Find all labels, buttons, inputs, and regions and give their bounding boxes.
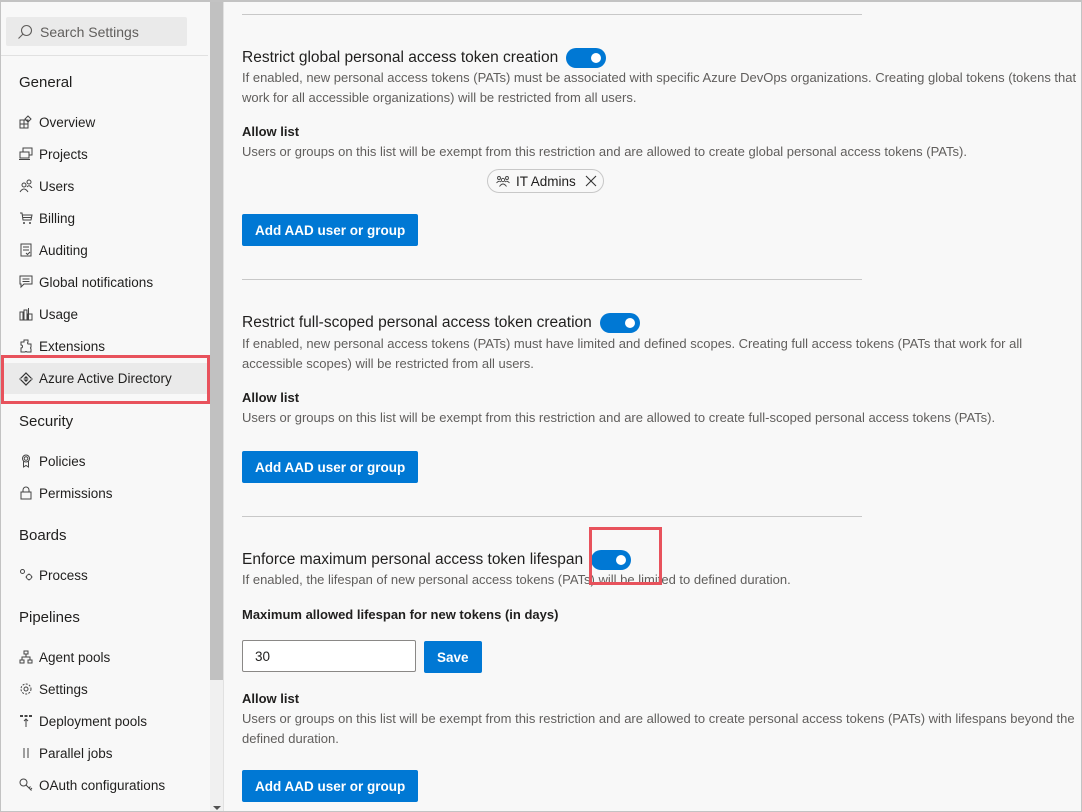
- restrict-full-scoped-pat-toggle[interactable]: [599, 313, 640, 333]
- sidebar-item-global-notifications[interactable]: Global notifications: [0, 268, 208, 296]
- sidebar-item-label: Permissions: [39, 485, 113, 501]
- add-aad-user-or-group-button[interactable]: Add AAD user or group: [242, 770, 419, 802]
- sidebar-item-process[interactable]: Process: [0, 561, 208, 589]
- sidebar-item-overview[interactable]: Overview: [0, 108, 208, 136]
- nav-group-pipelines: Pipelines: [19, 609, 80, 626]
- section-description: If enabled, new personal access tokens (…: [242, 336, 1023, 371]
- sidebar-item-usage[interactable]: Usage: [0, 300, 208, 328]
- lifespan-label: Maximum allowed lifespan for new tokens …: [242, 607, 559, 622]
- projects-icon: [19, 147, 33, 161]
- allow-list-description: Users or groups on this list will be exe…: [242, 144, 967, 159]
- allow-list-label: Allow list: [242, 390, 300, 405]
- sidebar-item-label: Billing: [39, 210, 76, 226]
- sidebar-item-projects[interactable]: Projects: [0, 140, 208, 168]
- section-divider: [242, 14, 862, 15]
- section-title-text: Restrict full-scoped personal access tok…: [242, 314, 592, 331]
- sidebar-item-agent-pools[interactable]: Agent pools: [0, 643, 208, 671]
- section-title-enforce-max-pat-lifespan: Enforce maximum personal access token li…: [242, 550, 632, 570]
- section-divider: [242, 279, 862, 280]
- sidebar-item-label: Global notifications: [39, 274, 154, 290]
- save-button[interactable]: Save: [424, 641, 482, 673]
- auditing-icon: [19, 243, 33, 257]
- key-icon: [19, 778, 33, 792]
- sidebar-item-label: Extensions: [39, 338, 106, 354]
- allow-list-description: Users or groups on this list will be exe…: [242, 711, 1075, 746]
- sidebar-item-label: Deployment pools: [39, 713, 148, 729]
- section-title-restrict-full-scoped-pat: Restrict full-scoped personal access tok…: [242, 313, 640, 333]
- remove-entry-close-icon[interactable]: [585, 175, 597, 187]
- sidebar-item-settings[interactable]: Settings: [0, 675, 208, 703]
- sidebar-item-label: Projects: [39, 146, 88, 162]
- scrollbar-thumb[interactable]: [210, 0, 223, 680]
- aad-icon: [19, 371, 33, 386]
- sidebar-item-deployment-pools[interactable]: Deployment pools: [0, 707, 208, 735]
- main-content: Restrict global personal access token cr…: [224, 0, 1082, 812]
- sidebar-scrollbar[interactable]: [210, 0, 223, 812]
- overview-icon: [19, 115, 33, 129]
- restrict-global-pat-toggle[interactable]: [566, 48, 607, 68]
- allow-list-entry: IT Admins: [487, 169, 604, 193]
- enforce-max-lifespan-toggle[interactable]: [591, 550, 632, 570]
- nav-group-security: Security: [19, 413, 74, 430]
- users-icon: [19, 179, 33, 193]
- sidebar-item-label: Azure Active Directory: [39, 371, 172, 386]
- deployment-pools-icon: [19, 714, 33, 728]
- sidebar-item-label: Policies: [39, 453, 86, 469]
- sidebar-item-azure-active-directory[interactable]: Azure Active Directory: [0, 363, 208, 394]
- nav-group-boards: Boards: [19, 527, 67, 544]
- badge-icon: [19, 454, 33, 468]
- sidebar-item-label: Auditing: [39, 242, 88, 258]
- cart-icon: [19, 211, 33, 225]
- process-icon: [19, 568, 33, 582]
- add-aad-user-or-group-button[interactable]: Add AAD user or group: [242, 214, 419, 246]
- allow-list-label: Allow list: [242, 124, 300, 139]
- sidebar-item-label: Users: [39, 178, 75, 194]
- nav-group-general: General: [19, 74, 73, 91]
- sidebar-item-label: Settings: [39, 681, 88, 697]
- section-title-text: Restrict global personal access token cr…: [242, 49, 559, 66]
- section-divider: [242, 516, 862, 517]
- allow-list-entry-name: IT Admins: [516, 173, 576, 189]
- section-title-restrict-global-pat: Restrict global personal access token cr…: [242, 48, 607, 68]
- sidebar-item-users[interactable]: Users: [0, 172, 208, 200]
- divider: [0, 55, 208, 56]
- gear-icon: [19, 682, 33, 696]
- sidebar-item-label: Overview: [39, 114, 96, 130]
- search-icon: [18, 24, 33, 39]
- sidebar-item-label: Agent pools: [39, 649, 111, 665]
- sidebar-item-auditing[interactable]: Auditing: [0, 236, 208, 264]
- sidebar-item-label: Usage: [39, 306, 79, 322]
- extensions-icon: [19, 339, 33, 353]
- sidebar-item-permissions[interactable]: Permissions: [0, 479, 208, 507]
- sidebar-item-parallel-jobs[interactable]: Parallel jobs: [0, 739, 208, 767]
- sidebar-item-label: OAuth configurations: [39, 777, 166, 793]
- settings-sidebar: Search Settings General Overview Project…: [0, 0, 210, 812]
- allow-list-label: Allow list: [242, 691, 300, 706]
- agent-pools-icon: [19, 650, 33, 664]
- allow-list-description: Users or groups on this list will be exe…: [242, 410, 996, 425]
- sidebar-item-policies[interactable]: Policies: [0, 447, 208, 475]
- scroll-down-arrow-icon[interactable]: [213, 806, 221, 810]
- chat-icon: [19, 275, 33, 289]
- sidebar-item-label: Parallel jobs: [39, 745, 113, 761]
- sidebar-item-oauth-configurations[interactable]: OAuth configurations: [0, 771, 208, 799]
- sidebar-item-extensions[interactable]: Extensions: [0, 332, 208, 360]
- add-aad-user-or-group-button[interactable]: Add AAD user or group: [242, 451, 419, 483]
- sidebar-item-billing[interactable]: Billing: [0, 204, 208, 232]
- section-description: If enabled, the lifespan of new personal…: [242, 572, 791, 587]
- search-placeholder: Search Settings: [40, 23, 139, 40]
- search-settings-input[interactable]: Search Settings: [6, 17, 187, 46]
- sidebar-item-label: Process: [39, 567, 88, 583]
- max-lifespan-days-input[interactable]: [242, 640, 416, 672]
- group-icon: [496, 176, 510, 187]
- usage-icon: [19, 307, 33, 321]
- section-title-text: Enforce maximum personal access token li…: [242, 551, 584, 568]
- parallel-jobs-icon: [19, 746, 33, 760]
- section-description: If enabled, new personal access tokens (…: [242, 70, 1077, 105]
- lock-icon: [19, 486, 33, 500]
